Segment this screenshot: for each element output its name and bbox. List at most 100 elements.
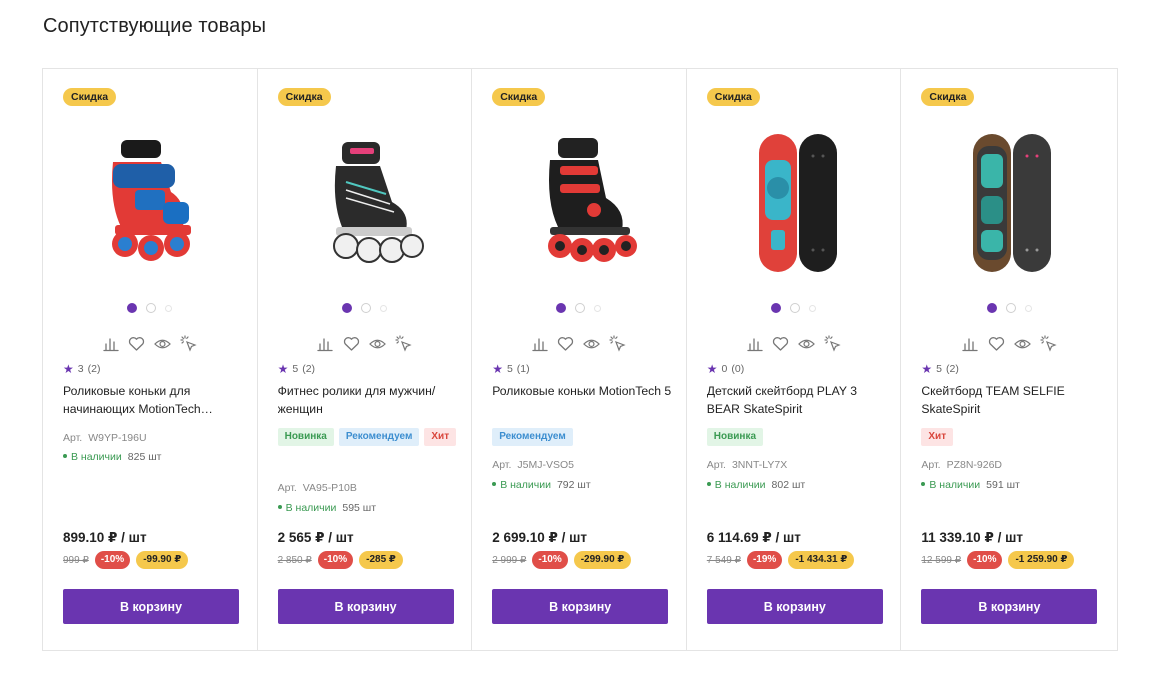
stock-status: В наличии 792 шт bbox=[492, 479, 590, 491]
compare-icon[interactable] bbox=[102, 335, 119, 352]
reviews-count: (2) bbox=[87, 363, 101, 375]
compare-icon[interactable] bbox=[746, 335, 763, 352]
discount-percent: -10% bbox=[532, 551, 568, 569]
carousel-dot[interactable] bbox=[165, 304, 173, 312]
product-image-kids-skateboard[interactable] bbox=[707, 127, 883, 277]
product-sku: Арт. VA95-P10B bbox=[278, 482, 357, 494]
heart-icon[interactable] bbox=[343, 335, 360, 352]
badge-recommended: Рекомендуем bbox=[338, 428, 420, 446]
product-title[interactable]: Фитнес ролики для мужчин/женщин bbox=[278, 382, 458, 418]
stock-status: В наличии 595 шт bbox=[278, 502, 376, 514]
old-price: 999 ₽ bbox=[63, 554, 89, 566]
carousel-dot[interactable] bbox=[790, 303, 801, 313]
carousel-dot[interactable] bbox=[379, 304, 387, 312]
compare-icon[interactable] bbox=[317, 335, 334, 352]
product-title[interactable]: Скейтборд TEAM SELFIE SkateSpirit bbox=[921, 382, 1101, 418]
discount-tag: Скидка bbox=[492, 88, 546, 106]
badge-recommended: Рекомендуем bbox=[492, 428, 573, 446]
compare-icon[interactable] bbox=[531, 335, 548, 352]
product-sku: Арт. 3NNT-LY7X bbox=[707, 459, 787, 471]
discount-tag: Скидка bbox=[63, 88, 117, 106]
price-discount-row: 2 850 ₽ -10% -285 ₽ bbox=[278, 551, 403, 569]
carousel-dot[interactable] bbox=[556, 303, 567, 313]
carousel-dot[interactable] bbox=[360, 303, 371, 313]
price-discount-row: 2 999 ₽ -10% -299.90 ₽ bbox=[492, 551, 632, 569]
old-price: 2 850 ₽ bbox=[277, 554, 312, 566]
product-image-team-skateboard[interactable] bbox=[921, 127, 1097, 277]
eye-icon[interactable] bbox=[154, 335, 172, 352]
star-icon: ★ bbox=[492, 362, 503, 376]
product-price: 2 699.10 ₽ / шт bbox=[492, 530, 587, 545]
in-stock-label: В наличии bbox=[921, 479, 980, 491]
badge-hit: Хит bbox=[424, 428, 457, 446]
add-to-cart-button[interactable]: В корзину bbox=[706, 589, 883, 624]
carousel-dot[interactable] bbox=[341, 303, 352, 313]
click-pointer-icon[interactable] bbox=[395, 335, 412, 352]
in-stock-label: В наличии bbox=[63, 451, 122, 463]
star-icon: ★ bbox=[706, 362, 718, 376]
carousel-dot[interactable] bbox=[127, 303, 138, 313]
eye-icon[interactable] bbox=[798, 335, 816, 352]
stock-status: В наличии 825 шт bbox=[63, 451, 161, 463]
stock-qty: 825 шт bbox=[127, 451, 162, 463]
sku-value: VA95-P10B bbox=[302, 482, 357, 494]
carousel-dot[interactable] bbox=[594, 304, 602, 312]
product-rating: ★ 5 (2) bbox=[921, 363, 958, 375]
product-actions bbox=[43, 335, 257, 352]
stock-qty: 792 шт bbox=[556, 479, 591, 491]
sku-value: 3NNT-LY7X bbox=[731, 459, 788, 471]
add-to-cart-button[interactable]: В корзину bbox=[63, 589, 239, 624]
sku-value: W9YP-196U bbox=[88, 432, 147, 444]
rating-value: 5 bbox=[506, 363, 513, 375]
heart-icon[interactable] bbox=[988, 335, 1005, 352]
product-title[interactable]: Роликовые коньки для начинающих MotionTe… bbox=[63, 382, 243, 418]
eye-icon[interactable] bbox=[1013, 335, 1031, 352]
eye-icon[interactable] bbox=[583, 335, 601, 352]
click-pointer-icon[interactable] bbox=[824, 335, 841, 352]
product-rating: ★ 3 (2) bbox=[63, 363, 100, 375]
product-card: Скидка bbox=[258, 69, 473, 650]
product-image-fitness-skate[interactable] bbox=[278, 127, 454, 277]
discount-amount: -285 ₽ bbox=[359, 551, 403, 569]
badge-new: Новинка bbox=[277, 428, 334, 446]
stock-qty: 802 шт bbox=[771, 479, 806, 491]
sku-label: Арт. bbox=[277, 482, 297, 494]
add-to-cart-button[interactable]: В корзину bbox=[921, 589, 1098, 624]
click-pointer-icon[interactable] bbox=[609, 335, 627, 352]
carousel-dot[interactable] bbox=[1005, 303, 1016, 313]
product-card: Скидка bbox=[472, 69, 687, 650]
heart-icon[interactable] bbox=[772, 335, 789, 352]
discount-percent: -10% bbox=[317, 551, 354, 569]
product-actions bbox=[687, 335, 901, 352]
reviews-count: (0) bbox=[731, 363, 745, 375]
product-image-motiontech-skate[interactable] bbox=[492, 127, 668, 277]
carousel-dot[interactable] bbox=[809, 304, 817, 312]
product-title[interactable]: Детский скейтборд PLAY 3 BEAR SkateSpiri… bbox=[707, 382, 887, 418]
product-badges: Рекомендуем bbox=[492, 428, 672, 446]
add-to-cart-button[interactable]: В корзину bbox=[277, 589, 454, 624]
reviews-count: (2) bbox=[945, 363, 959, 375]
star-icon: ★ bbox=[63, 362, 74, 376]
carousel-dot[interactable] bbox=[771, 303, 782, 313]
stock-qty: 595 шт bbox=[342, 502, 377, 514]
compare-icon[interactable] bbox=[962, 335, 979, 352]
carousel-dot[interactable] bbox=[1024, 304, 1032, 312]
click-pointer-icon[interactable] bbox=[1040, 335, 1057, 352]
in-stock-label: В наличии bbox=[492, 479, 551, 491]
product-price: 2 565 ₽ / шт bbox=[277, 530, 354, 545]
section-title: Сопутствующие товары bbox=[43, 15, 267, 37]
rating-value: 5 bbox=[292, 363, 299, 375]
carousel-dot[interactable] bbox=[575, 303, 586, 313]
image-carousel-dots bbox=[258, 303, 472, 313]
heart-icon[interactable] bbox=[128, 335, 145, 352]
heart-icon[interactable] bbox=[557, 335, 574, 352]
carousel-dot[interactable] bbox=[146, 303, 157, 313]
eye-icon[interactable] bbox=[368, 335, 386, 352]
rating-value: 3 bbox=[77, 363, 84, 375]
add-to-cart-button[interactable]: В корзину bbox=[492, 589, 669, 624]
click-pointer-icon[interactable] bbox=[180, 335, 197, 352]
product-title[interactable]: Роликовые коньки MotionTech 5 bbox=[492, 382, 672, 400]
carousel-dot[interactable] bbox=[986, 303, 997, 313]
product-image-kids-skate[interactable] bbox=[63, 127, 239, 277]
old-price: 2 999 ₽ bbox=[492, 554, 527, 566]
